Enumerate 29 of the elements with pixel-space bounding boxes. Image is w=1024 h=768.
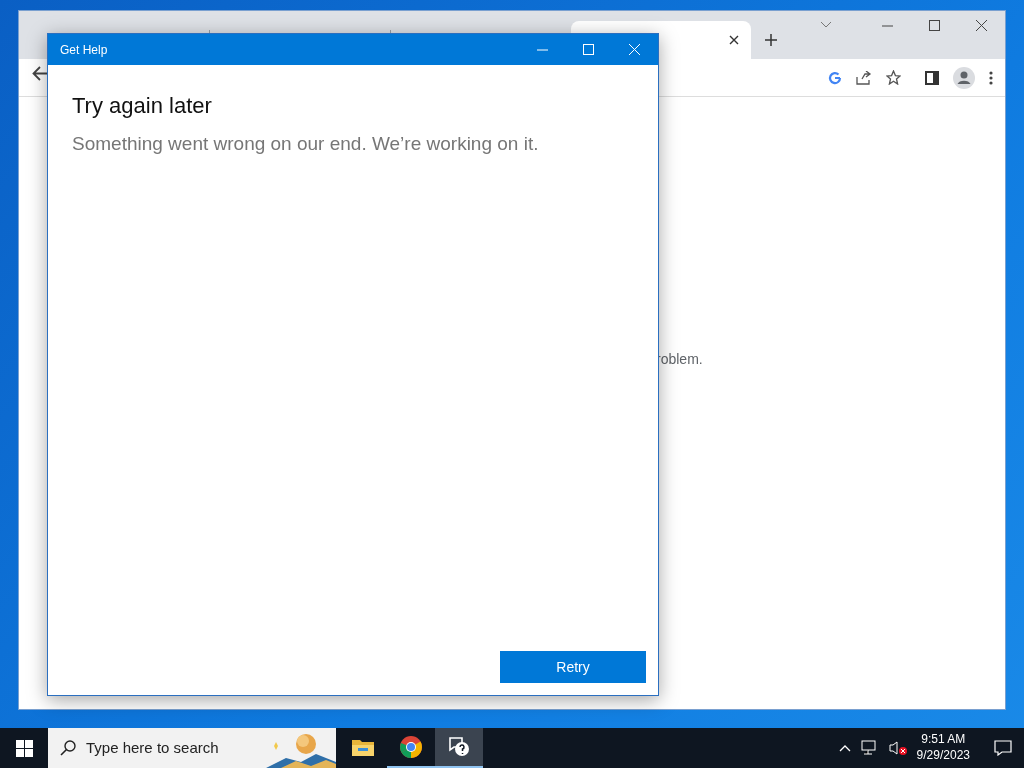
close-icon[interactable] <box>976 20 987 31</box>
profile-icon[interactable] <box>953 66 975 89</box>
heading: Try again later <box>72 92 213 120</box>
search-field[interactable]: Type here to search <box>48 728 336 768</box>
google-icon[interactable] <box>828 70 842 85</box>
menu-icon[interactable] <box>989 70 993 85</box>
star-icon[interactable] <box>886 70 901 85</box>
plus-icon[interactable] <box>765 34 777 46</box>
chevron-up-icon[interactable] <box>838 744 851 752</box>
retry-button[interactable]: Retry <box>500 651 646 683</box>
close-icon[interactable] <box>729 35 739 45</box>
error-message: Something went wrong on our end. We’re working on it. <box>72 132 540 156</box>
muted-speaker-icon[interactable] <box>888 740 907 756</box>
network-icon[interactable] <box>860 740 879 756</box>
window-title: Get Help <box>60 41 108 59</box>
chat-help-icon <box>447 735 471 759</box>
share-icon[interactable] <box>856 70 872 85</box>
chevron-icon[interactable] <box>820 21 832 29</box>
start-icon[interactable] <box>15 739 33 757</box>
back-icon[interactable] <box>32 66 47 81</box>
search-placeholder: Type here to search <box>86 737 219 758</box>
search-icon <box>60 740 76 756</box>
notification-icon[interactable] <box>994 740 1012 756</box>
maximize-icon[interactable] <box>929 20 940 31</box>
taskbar-button[interactable] <box>435 728 483 768</box>
side-panel-icon[interactable] <box>925 70 939 85</box>
chrome-icon <box>399 735 423 759</box>
clock-date[interactable]: 9/29/2023 <box>916 748 970 764</box>
clock-time[interactable]: 9:51 AM <box>916 732 970 748</box>
